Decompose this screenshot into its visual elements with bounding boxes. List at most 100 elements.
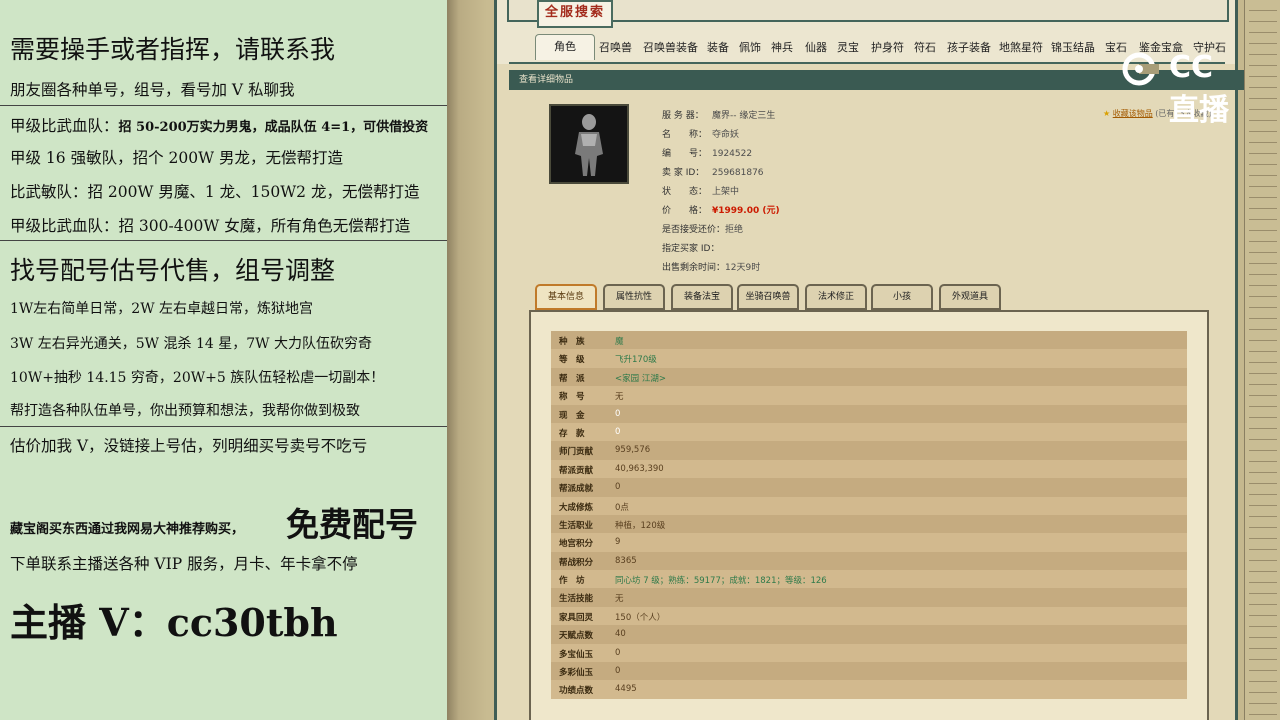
scroll-stripe [1249,538,1277,539]
attribute-value: 0 [615,426,621,437]
tab-spell-correction[interactable]: 法术修正 [805,284,867,310]
scroll-stripe [1249,626,1277,627]
page-frame: 全服搜索 角色 召唤兽 召唤兽装备 装备 佩饰 神兵 仙器 灵宝 护身符 符石 … [494,0,1245,720]
tab-mount-summon[interactable]: 坐骑召唤兽 [737,284,799,310]
scroll-stripe [1249,131,1277,132]
attribute-row: 生活职业 种植，120级 [551,514,1187,534]
promo-line: 甲级比武血队：招 50-200万实力男鬼，成品队伍 4=1，可供借投资 [10,117,429,135]
watermark-text: CC直播 [1169,50,1229,128]
scroll-stripe [1249,87,1277,88]
scroll-stripe [1249,450,1277,451]
scroll-stripe [1249,274,1277,275]
attribute-value: 150（个人） [615,612,666,623]
scroll-stripe [1249,318,1277,319]
scroll-stripe [1249,230,1277,231]
attribute-label: 存 款 [559,428,585,439]
scroll-stripe [1249,252,1277,253]
scroll-stripe [1249,406,1277,407]
tab-role[interactable]: 角色 [535,34,595,60]
promo-line: 藏宝阁买东西通过我网易大神推荐购买， [10,522,245,537]
scroll-stripe [1249,439,1277,440]
attribute-label: 帮派贡献 [559,465,594,476]
scroll-stripe [1249,560,1277,561]
tab-rune[interactable]: 符石 [914,39,936,55]
attribute-value: 种植，120级 [615,520,666,531]
tab-star-rune[interactable]: 地煞星符 [999,39,1043,55]
tab-summon[interactable]: 召唤兽 [599,39,632,55]
attribute-value: 0 [615,647,621,658]
attribute-row: 家具回灵 150（个人） [551,606,1187,626]
scroll-stripe [1249,98,1277,99]
scroll-stripe [1249,692,1277,693]
scroll-stripe [1249,582,1277,583]
attribute-value: 魔 [615,337,624,347]
scroll-stripe [1249,241,1277,242]
attribute-label: 多宝仙玉 [559,649,594,660]
tab-jade-crystal[interactable]: 锦玉结晶 [1051,39,1095,55]
attribute-row: 称 号无 [551,386,1187,405]
scroll-stripe [1249,648,1277,649]
scroll-stripe [1249,428,1277,429]
attribute-row: 天赋点数 40 [551,625,1187,644]
scroll-stripe [1249,351,1277,352]
tab-spirit-treasure[interactable]: 灵宝 [837,39,859,55]
cc-logo-icon [1122,52,1164,86]
favorite-link[interactable]: 收藏该物品 [1113,109,1153,118]
attribute-label: 帮 派 [559,373,585,384]
tab-appearance-items[interactable]: 外观道具 [939,284,1001,310]
tab-child[interactable]: 小孩 [871,284,933,310]
scroll-stripe [1249,175,1277,176]
scroll-stripe [1249,472,1277,473]
attribute-value: 0点 [615,502,629,513]
attribute-label: 帮战积分 [559,557,594,568]
scroll-stripe [1249,593,1277,594]
promo-line: 1W左右简单日常，2W 左右卓越日常，炼狱地宫 [10,301,314,317]
attribute-row: 存 款 0 [551,422,1187,442]
scroll-stripe [1249,153,1277,154]
promo-line: 估价加我 V，没链接上号估，列明细买号卖号不吃亏 [10,437,368,455]
attribute-label: 家具回灵 [559,612,594,623]
scroll-stripe [1249,76,1277,77]
tab-equipment-treasure[interactable]: 装备法宝 [671,284,733,310]
attribute-table: 种 族魔等 级飞升170级帮 派 <家园 江湖> 称 号无现 金0存 款 0 师门贡献 9… [551,331,1187,699]
info-remaining-time: 出售剩余时间：12天9时 [662,263,761,273]
tab-immortal-tool[interactable]: 仙器 [805,39,827,55]
attribute-row: 大成修炼 0点 [551,496,1187,515]
tab-accessory[interactable]: 佩饰 [739,39,761,55]
scroll-stripe [1249,329,1277,330]
attribute-label: 生活职业 [559,520,594,531]
character-figure-icon [551,106,627,182]
scroll-stripe [1249,164,1277,165]
attribute-label: 称 号 [559,392,585,403]
scroll-stripe [1249,186,1277,187]
tab-basic-info[interactable]: 基本信息 [535,284,597,310]
side-scroll-strip[interactable] [1244,0,1280,720]
attribute-row: 生活技能 无 [551,588,1187,607]
category-tabs: 角色 召唤兽 召唤兽装备 装备 佩饰 神兵 仙器 灵宝 护身符 符石 孩子装备 … [509,34,1226,64]
attribute-label: 生活技能 [559,594,594,605]
scroll-stripe [1249,615,1277,616]
tab-amulet[interactable]: 护身符 [871,39,904,55]
tab-divine-weapon[interactable]: 神兵 [771,39,793,55]
tab-child-equip[interactable]: 孩子装备 [947,39,991,55]
star-icon: ★ [1103,109,1111,118]
scroll-stripe [1249,296,1277,297]
scroll-stripe [1249,263,1277,264]
attribute-row: 帮战积分 8365 [551,551,1187,571]
attribute-value: 4495 [615,684,637,695]
promo-line: 比武敏队：招 200W 男魔、1 龙、150W2 龙，无偿帮打造 [10,183,420,201]
scroll-stripe [1249,208,1277,209]
divider [0,426,447,427]
tab-attribute-resistance[interactable]: 属性抗性 [603,284,665,310]
scroll-stripe [1249,714,1277,715]
attribute-label: 多彩仙玉 [559,668,594,679]
tab-summon-equip[interactable]: 召唤兽装备 [643,39,698,55]
info-server: 服 务 器： 魔界-- 缘定三生 [662,111,776,121]
scroll-stripe [1249,571,1277,572]
info-name: 名 称： 夺命妖 [662,130,740,140]
scroll-stripe [1249,604,1277,605]
tab-equipment[interactable]: 装备 [707,39,729,55]
attribute-value: 0 [615,408,621,419]
server-search-title[interactable]: 全服搜索 [537,0,613,28]
attribute-row: 种 族魔 [551,331,1187,350]
